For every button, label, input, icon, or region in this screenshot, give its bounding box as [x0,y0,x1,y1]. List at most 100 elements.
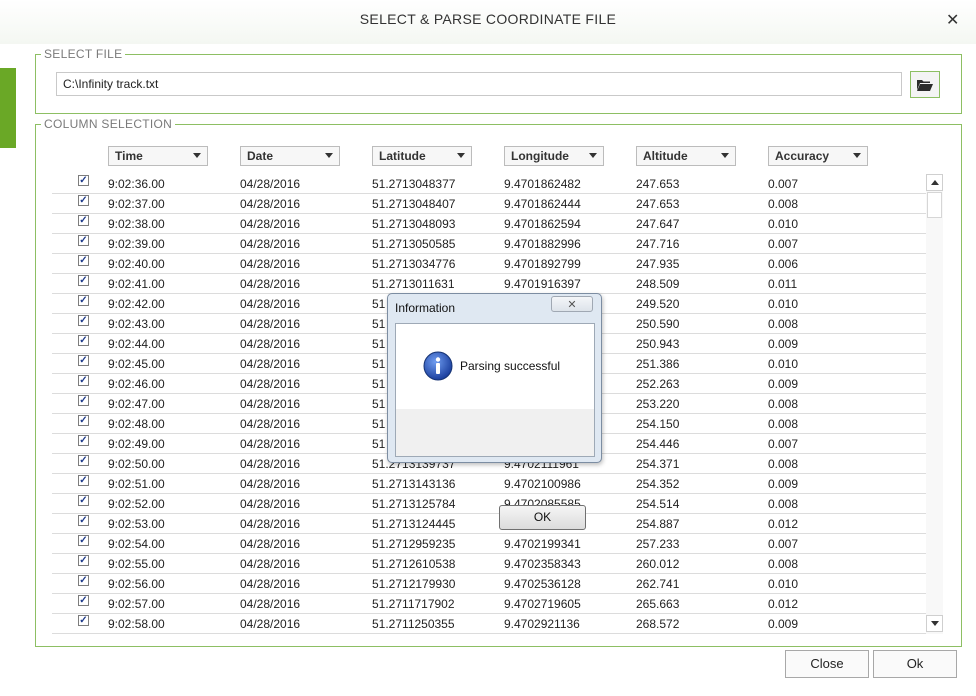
table-cell: 0.008 [768,457,799,471]
row-checkbox[interactable]: ✓ [78,555,89,566]
table-scrollbar[interactable] [926,174,943,634]
table-cell: 0.007 [768,437,799,451]
row-checkbox[interactable]: ✓ [78,515,89,526]
table-cell: 0.008 [768,397,799,411]
table-row: ✓ 9:02:37.00 04/28/2016 51.2713048407 9.4701… [52,194,926,214]
row-checkbox[interactable]: ✓ [78,175,89,186]
row-checkbox[interactable]: ✓ [78,615,89,626]
table-cell: 9.4702199341 [504,537,581,551]
table-cell: 0.012 [768,517,799,531]
table-row: ✓ 9:02:57.00 04/28/2016 51.2711717902 9.4702… [52,594,926,614]
table-cell: 9.4701862444 [504,197,581,211]
table-cell: 04/28/2016 [240,337,301,351]
column-header-latitude[interactable]: Latitude [372,146,472,166]
row-checkbox[interactable]: ✓ [78,195,89,206]
table-cell: 247.653 [636,177,680,191]
table-cell: 04/28/2016 [240,617,301,631]
table-cell: 51.2713048407 [372,197,456,211]
table-cell: 250.590 [636,317,680,331]
table-cell: 51.2713050585 [372,237,456,251]
row-checkbox[interactable]: ✓ [78,395,89,406]
column-header-label: Accuracy [775,149,830,163]
table-cell: 04/28/2016 [240,277,301,291]
row-checkbox[interactable]: ✓ [78,415,89,426]
table-cell: 51.2713143136 [372,477,456,491]
table-cell: 250.943 [636,337,680,351]
table-cell: 51 [372,357,386,371]
table-cell: 04/28/2016 [240,497,301,511]
table-cell: 51 [372,297,386,311]
table-cell: 51 [372,417,386,431]
dialog-close-button[interactable]: ✕ [551,296,593,312]
table-row: ✓ 9:02:56.00 04/28/2016 51.2712179930 9.4702… [52,574,926,594]
scroll-thumb[interactable] [927,192,942,218]
browse-button[interactable] [910,71,940,98]
column-header-altitude[interactable]: Altitude [636,146,736,166]
row-checkbox[interactable]: ✓ [78,315,89,326]
table-cell: 51 [372,437,386,451]
column-header-time[interactable]: Time [108,146,208,166]
table-cell: 253.220 [636,397,680,411]
close-button[interactable]: Close [785,650,869,678]
column-header-accuracy[interactable]: Accuracy [768,146,868,166]
dialog-ok-button[interactable]: OK [499,505,586,530]
table-cell: 04/28/2016 [240,197,301,211]
table-cell: 9:02:44.00 [108,337,165,351]
row-checkbox[interactable]: ✓ [78,355,89,366]
table-cell: 254.150 [636,417,680,431]
dropdown-arrow-icon [589,153,597,158]
row-checkbox[interactable]: ✓ [78,255,89,266]
row-checkbox[interactable]: ✓ [78,295,89,306]
row-checkbox[interactable]: ✓ [78,275,89,286]
row-checkbox[interactable]: ✓ [78,495,89,506]
table-cell: 04/28/2016 [240,397,301,411]
table-cell: 0.007 [768,177,799,191]
row-checkbox[interactable]: ✓ [78,435,89,446]
table-cell: 9:02:48.00 [108,417,165,431]
window-close-icon[interactable]: ✕ [946,10,959,30]
table-row: ✓ 9:02:54.00 04/28/2016 51.2712959235 9.4702… [52,534,926,554]
ok-button[interactable]: Ok [873,650,957,678]
table-cell: 0.008 [768,497,799,511]
column-header-date[interactable]: Date [240,146,340,166]
table-cell: 247.935 [636,257,680,271]
table-cell: 51.2713125784 [372,497,456,511]
file-path-input[interactable] [56,72,902,96]
table-cell: 0.010 [768,217,799,231]
table-cell: 9:02:47.00 [108,397,165,411]
row-checkbox[interactable]: ✓ [78,535,89,546]
table-row: ✓ 9:02:40.00 04/28/2016 51.2713034776 9.4701… [52,254,926,274]
row-checkbox[interactable]: ✓ [78,375,89,386]
scroll-down-button[interactable] [926,615,943,632]
table-cell: 04/28/2016 [240,597,301,611]
row-checkbox[interactable]: ✓ [78,235,89,246]
table-cell: 262.741 [636,577,680,591]
table-cell: 04/28/2016 [240,537,301,551]
row-checkbox[interactable]: ✓ [78,455,89,466]
table-cell: 9.4701916397 [504,277,581,291]
table-cell: 51 [372,397,386,411]
table-cell: 9:02:41.00 [108,277,165,291]
table-cell: 04/28/2016 [240,357,301,371]
table-cell: 04/28/2016 [240,377,301,391]
column-header-longitude[interactable]: Longitude [504,146,604,166]
select-file-legend: SELECT FILE [41,47,126,61]
table-cell: 9.4702921136 [504,617,580,631]
row-checkbox[interactable]: ✓ [78,595,89,606]
table-cell: 04/28/2016 [240,257,301,271]
table-cell: 9:02:53.00 [108,517,165,531]
table-cell: 265.663 [636,597,680,611]
table-cell: 0.011 [768,277,798,291]
table-cell: 9.4701882996 [504,237,581,251]
row-checkbox[interactable]: ✓ [78,335,89,346]
row-checkbox[interactable]: ✓ [78,575,89,586]
row-checkbox[interactable]: ✓ [78,215,89,226]
table-cell: 51.2712610538 [372,557,456,571]
row-checkbox[interactable]: ✓ [78,475,89,486]
info-icon [423,351,453,381]
scroll-up-button[interactable] [926,174,943,191]
column-header-label: Date [247,149,274,163]
table-cell: 04/28/2016 [240,417,301,431]
table-cell: 0.008 [768,197,799,211]
table-row: ✓ 9:02:51.00 04/28/2016 51.2713143136 9.4702… [52,474,926,494]
